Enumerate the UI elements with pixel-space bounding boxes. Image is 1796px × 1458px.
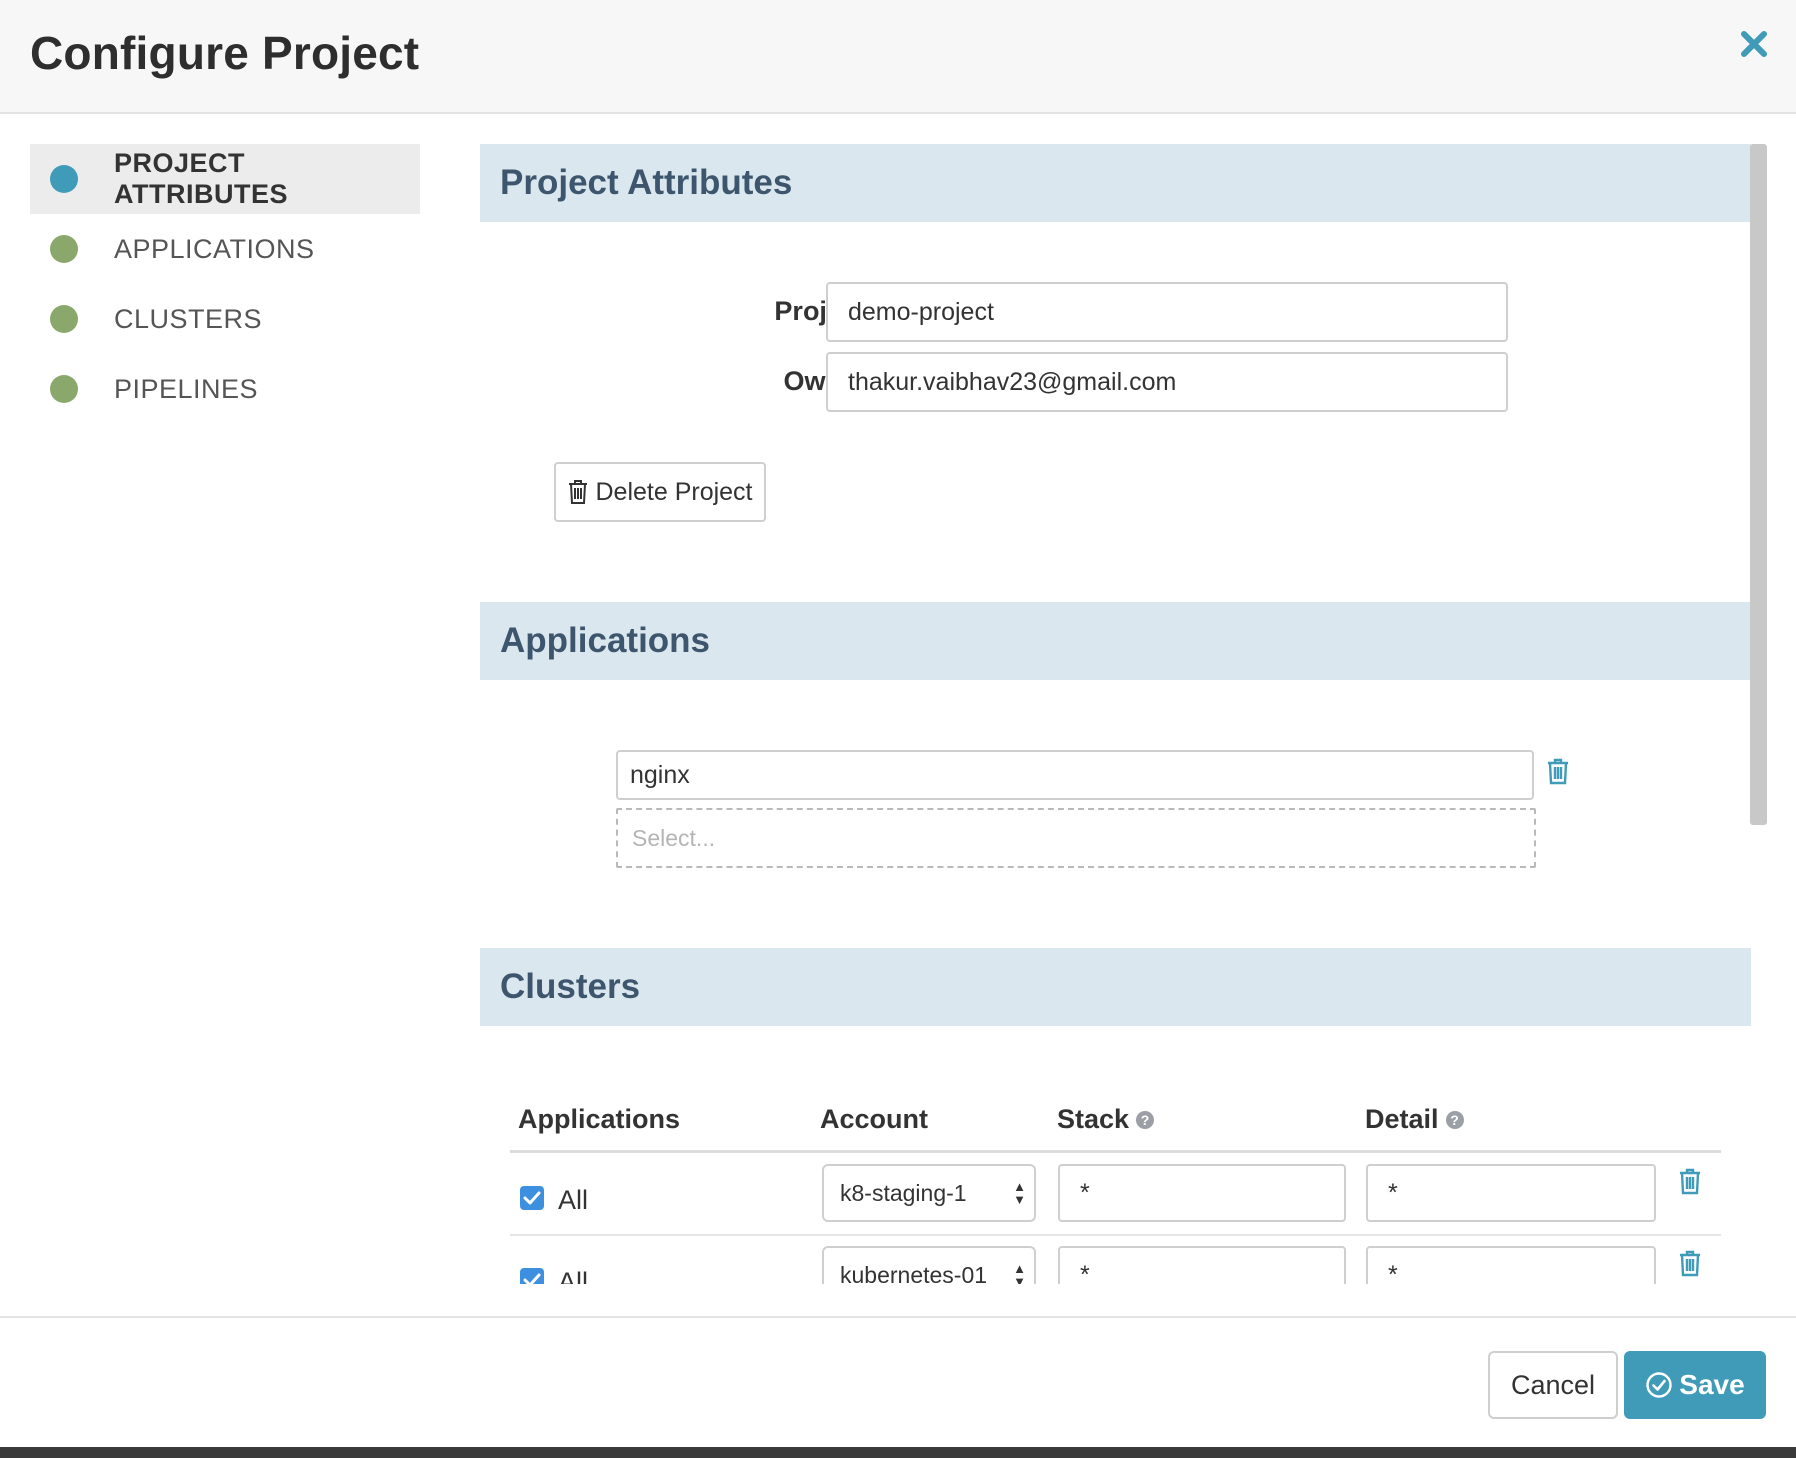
sidebar-nav: PROJECT ATTRIBUTES APPLICATIONS CLUSTERS… — [30, 144, 420, 424]
status-dot-icon — [50, 165, 78, 193]
select-placeholder-text: Select... — [632, 824, 716, 851]
trash-icon[interactable] — [1678, 1249, 1702, 1277]
content-scrollbar[interactable] — [1750, 144, 1767, 825]
column-header-label: Account — [820, 1104, 928, 1134]
cancel-button-label: Cancel — [1510, 1369, 1596, 1400]
modal-title: Configure Project — [30, 27, 420, 79]
account-select[interactable]: k8-staging-1 ▲ ▼ — [822, 1164, 1036, 1222]
select-arrows-icon: ▲ ▼ — [1013, 1261, 1026, 1284]
sidebar-item-label: PIPELINES — [114, 373, 259, 404]
modal-footer: Cancel Save — [0, 1316, 1796, 1447]
stack-input[interactable] — [1058, 1246, 1346, 1284]
section-title: Applications — [500, 621, 711, 660]
application-input[interactable] — [616, 750, 1534, 800]
column-header-label: Detail — [1365, 1104, 1439, 1134]
backdrop-strip — [0, 1447, 1796, 1458]
trash-icon — [569, 480, 588, 504]
status-dot-icon — [50, 375, 78, 403]
application-select[interactable]: Select... — [616, 808, 1536, 868]
section-title: Clusters — [500, 967, 641, 1006]
sidebar-item-label: CLUSTERS — [114, 303, 263, 334]
all-label: All — [558, 1185, 589, 1215]
save-button-label: Save — [1679, 1369, 1745, 1400]
all-applications-checkbox[interactable] — [520, 1268, 544, 1284]
account-value: kubernetes-01 — [840, 1261, 988, 1285]
trash-icon[interactable] — [1678, 1167, 1702, 1195]
sidebar-item-project-attributes[interactable]: PROJECT ATTRIBUTES — [30, 144, 420, 214]
column-header-applications: Applications — [518, 1104, 680, 1135]
delete-project-button[interactable]: Delete Project — [554, 462, 766, 522]
stack-input[interactable] — [1058, 1164, 1346, 1222]
status-dot-icon — [50, 305, 78, 333]
checkmark-icon — [523, 1273, 541, 1284]
column-header-label: Stack — [1057, 1104, 1130, 1134]
help-icon[interactable]: ? — [1136, 1110, 1155, 1129]
checkmark-icon — [523, 1191, 541, 1205]
close-icon[interactable] — [1734, 24, 1774, 64]
trash-icon[interactable] — [1546, 757, 1570, 785]
row-divider — [510, 1234, 1721, 1236]
column-header-account: Account — [820, 1104, 928, 1135]
detail-input[interactable] — [1366, 1164, 1656, 1222]
section-header-clusters: Clusters — [480, 948, 1751, 1026]
sidebar-item-label: PROJECT ATTRIBUTES — [114, 148, 288, 209]
account-value: k8-staging-1 — [840, 1179, 967, 1206]
sidebar-item-clusters[interactable]: CLUSTERS — [30, 284, 420, 354]
column-header-label: Applications — [518, 1104, 681, 1134]
check-circle-icon — [1646, 1372, 1672, 1398]
detail-input[interactable] — [1366, 1246, 1656, 1284]
main-content[interactable]: Project Attributes Project Name Owner Em… — [480, 144, 1751, 1284]
column-header-detail: Detail ? — [1365, 1104, 1464, 1135]
save-button[interactable]: Save — [1624, 1351, 1766, 1419]
sidebar-item-label: APPLICATIONS — [114, 233, 315, 264]
section-header-applications: Applications — [480, 602, 1751, 680]
section-title: Project Attributes — [500, 163, 793, 202]
sidebar-item-pipelines[interactable]: PIPELINES — [30, 354, 420, 424]
configure-project-modal: Configure Project PROJECT ATTRIBUTES APP… — [0, 0, 1796, 1447]
owner-email-input[interactable] — [826, 352, 1508, 412]
all-applications-checkbox[interactable] — [520, 1186, 544, 1210]
column-header-stack: Stack ? — [1057, 1104, 1155, 1135]
modal-header: Configure Project — [0, 0, 1796, 114]
status-dot-icon — [50, 235, 78, 263]
table-header-divider — [510, 1150, 1721, 1153]
help-icon[interactable]: ? — [1445, 1110, 1464, 1129]
sidebar-item-applications[interactable]: APPLICATIONS — [30, 214, 420, 284]
select-arrows-icon: ▲ ▼ — [1013, 1179, 1026, 1207]
project-name-input[interactable] — [826, 282, 1508, 342]
account-select[interactable]: kubernetes-01 ▲ ▼ — [822, 1246, 1036, 1284]
all-label: All — [558, 1267, 589, 1284]
cancel-button[interactable]: Cancel — [1488, 1351, 1618, 1419]
section-header-project-attributes: Project Attributes — [480, 144, 1751, 222]
delete-project-label: Delete Project — [595, 477, 753, 506]
